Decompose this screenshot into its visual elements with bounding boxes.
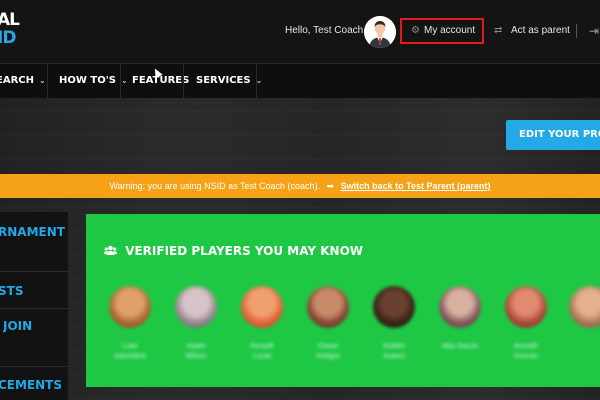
player-card[interactable]: Kenyell Lucas bbox=[232, 286, 292, 376]
player-name: Luke Ioannidesi bbox=[114, 343, 146, 360]
header-divider bbox=[576, 24, 577, 38]
nav-item-label: HOW TO'S bbox=[59, 75, 116, 86]
nav-divider bbox=[183, 64, 184, 98]
users-icon bbox=[104, 244, 121, 258]
player-card[interactable]: Luke Ioannidesi bbox=[100, 286, 160, 376]
nav-item-how-tos[interactable]: HOW TO'S ⌄ bbox=[59, 64, 128, 98]
nav-divider bbox=[120, 64, 121, 98]
sidebar: RNAMENTS STS JOIN CEMENTS bbox=[0, 212, 68, 400]
my-account-link[interactable]: ⚙ My account bbox=[400, 18, 484, 44]
player-card[interactable] bbox=[560, 286, 600, 376]
player-card[interactable]: Max Ganzo bbox=[430, 286, 490, 376]
act-as-parent-label: Act as parent bbox=[511, 25, 570, 36]
player-card[interactable]: Kolden Suarez bbox=[364, 286, 424, 376]
player-card[interactable]: Kennith Duncan bbox=[496, 286, 556, 376]
player-name: Isaiah Wilson bbox=[185, 343, 207, 360]
player-name: Kolden Suarez bbox=[382, 343, 406, 360]
player-photo bbox=[307, 286, 349, 328]
player-photo bbox=[505, 286, 547, 328]
impersonation-warning-bar: Warning: you are using NSID as Test Coac… bbox=[0, 174, 600, 198]
player-name: Kennith Duncan bbox=[513, 343, 539, 360]
logo-line-2: ID bbox=[0, 28, 16, 48]
player-photo bbox=[175, 286, 217, 328]
nav-divider bbox=[256, 64, 257, 98]
site-logo[interactable]: AL ID bbox=[0, 12, 22, 52]
coach-avatar-icon bbox=[364, 16, 396, 48]
nav-item-label: SERVICES bbox=[196, 75, 251, 86]
player-photo bbox=[373, 286, 415, 328]
player-card[interactable]: Isaiah Wilson bbox=[166, 286, 226, 376]
nav-item-label: EARCH bbox=[0, 75, 34, 86]
sidebar-divider bbox=[0, 366, 68, 367]
player-card[interactable]: Chase Hodges bbox=[298, 286, 358, 376]
logo-line-1: AL bbox=[0, 10, 20, 30]
switch-arrow-icon: ➥ bbox=[326, 181, 335, 191]
sidebar-divider bbox=[0, 271, 68, 272]
sidebar-item-tournaments[interactable]: RNAMENTS bbox=[0, 225, 66, 239]
player-photo bbox=[439, 286, 481, 328]
player-name bbox=[560, 342, 600, 352]
panel-title: VERIFIED PLAYERS YOU MAY KNOW bbox=[104, 244, 363, 258]
sidebar-divider bbox=[0, 308, 68, 309]
edit-profile-button[interactable]: EDIT YOUR PROFILE bbox=[506, 120, 600, 150]
player-name: Kenyell Lucas bbox=[250, 343, 274, 360]
swap-arrows-icon: ⇄ bbox=[494, 25, 503, 36]
nav-item-search[interactable]: EARCH ⌄ bbox=[0, 64, 46, 98]
panel-title-text: VERIFIED PLAYERS YOU MAY KNOW bbox=[125, 244, 364, 258]
verified-players-panel: VERIFIED PLAYERS YOU MAY KNOW Luke Ioanni… bbox=[86, 214, 600, 387]
warning-text: Warning: you are using NSID as Test Coac… bbox=[109, 181, 321, 191]
sidebar-item-join[interactable]: JOIN bbox=[3, 319, 71, 333]
top-header: AL ID Hello, Test Coach ⚙ My account ⇄ A… bbox=[0, 0, 600, 63]
nav-item-label: FEATURES bbox=[132, 75, 190, 86]
greeting-text: Hello, Test Coach bbox=[285, 25, 364, 36]
nav-item-features[interactable]: FEATURES bbox=[132, 64, 189, 98]
player-name: Chase Hodges bbox=[315, 343, 341, 360]
chevron-down-icon: ⌄ bbox=[38, 76, 46, 85]
sidebar-item-announcements[interactable]: CEMENTS bbox=[0, 378, 66, 392]
main-nav: EARCH ⌄ HOW TO'S ⌄ FEATURES SERVICES⌄ bbox=[0, 63, 600, 98]
player-photo bbox=[109, 286, 151, 328]
gear-icon: ⚙ bbox=[411, 25, 420, 36]
my-account-label: My account bbox=[424, 25, 476, 36]
player-photo bbox=[569, 286, 600, 328]
switch-back-link[interactable]: Switch back to Test Parent (parent) bbox=[341, 181, 491, 191]
chevron-down-icon: ⌄ bbox=[120, 76, 128, 85]
nav-item-services[interactable]: SERVICES ⌄ bbox=[196, 64, 262, 98]
logout-icon[interactable]: ⇥ bbox=[589, 24, 599, 38]
avatar[interactable] bbox=[364, 16, 396, 48]
sidebar-item-lists[interactable]: STS bbox=[0, 284, 66, 298]
player-name: Max Ganzo bbox=[442, 343, 478, 350]
nav-divider bbox=[47, 64, 48, 98]
player-photo bbox=[241, 286, 283, 328]
